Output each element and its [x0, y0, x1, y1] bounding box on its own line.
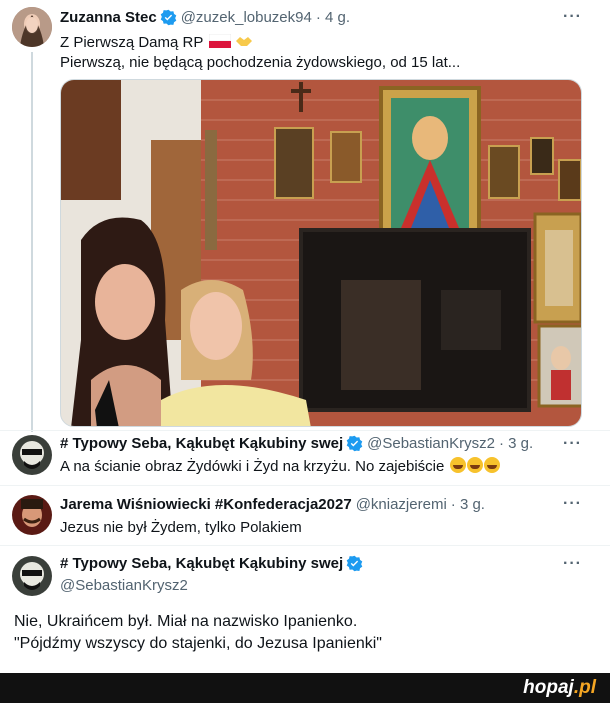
tweet-time[interactable]: · 4 g. [316, 9, 350, 26]
author-handle-row: @SebastianKrysz2 [60, 577, 188, 594]
avatar-zuzanna-image [12, 7, 52, 47]
handshake-icon [236, 37, 253, 46]
hopaj-logo[interactable]: hopaj.pl [523, 677, 596, 699]
more-options-icon[interactable]: ··· [563, 555, 582, 573]
watermark-bar: hopaj.pl [0, 673, 610, 703]
page: Zuzanna Stec @zuzek_lobuzek94 · 4 g. ···… [0, 0, 610, 703]
avatar-jarema[interactable] [12, 495, 52, 535]
tweet-text-line: A na ścianie obraz Żydówki i Żyd na krzy… [60, 457, 500, 477]
more-options-icon[interactable]: ··· [563, 435, 582, 453]
more-options-icon[interactable]: ··· [563, 495, 582, 513]
author-handle[interactable]: @kniazjeremi [356, 496, 447, 513]
avatar-seba[interactable] [12, 435, 52, 475]
avatar-zuzanna[interactable] [12, 7, 52, 47]
tweet-seba-main[interactable]: # Typowy Seba, Kąkubęt Kąkubiny swej @Se… [0, 545, 610, 673]
laughing-emoji-icon [483, 457, 500, 473]
author-name[interactable]: # Typowy Seba, Kąkubęt Kąkubiny swej [60, 555, 343, 572]
more-options-icon[interactable]: ··· [563, 8, 582, 26]
logo-main-text: hopaj [523, 677, 574, 698]
logo-suffix-text: .pl [573, 677, 596, 698]
avatar-seba-image [12, 435, 52, 475]
laughing-emoji-icon [449, 457, 466, 473]
laughing-emoji-icon [466, 457, 483, 473]
tweet-header: Jarema Wiśniowiecki #Konfederacja2027 @k… [60, 496, 485, 513]
author-name[interactable]: Jarema Wiśniowiecki #Konfederacja2027 [60, 496, 352, 513]
tweet-seba-reply[interactable]: # Typowy Seba, Kąkubęt Kąkubiny swej @Se… [0, 430, 610, 485]
tweet-text: Jezus nie był Żydem, tylko Polakiem [60, 519, 302, 536]
tweet-text-line2: "Pójdźmy wszyscy do stajenki, do Jezusa … [14, 635, 382, 652]
thread-line [31, 52, 33, 432]
photo-image [61, 80, 581, 426]
author-name[interactable]: Zuzanna Stec [60, 9, 157, 26]
verified-badge-icon [346, 435, 363, 452]
tweet-text-line1: Z Pierwszą Damą RP [60, 33, 253, 53]
tweet-time[interactable]: · 3 g. [451, 496, 485, 513]
author-handle[interactable]: @SebastianKrysz2 [60, 577, 188, 594]
author-handle[interactable]: @zuzek_lobuzek94 [181, 9, 312, 26]
tweet-jarema-reply[interactable]: Jarema Wiśniowiecki #Konfederacja2027 @k… [0, 485, 610, 545]
tweet-text-line2: Pierwszą, nie będącą pochodzenia żydowsk… [60, 54, 461, 71]
author-handle[interactable]: @SebastianKrysz2 [367, 435, 495, 452]
tweet-header: Zuzanna Stec @zuzek_lobuzek94 · 4 g. [60, 9, 350, 26]
avatar-jarema-image [12, 495, 52, 535]
tweet-zuzanna[interactable]: Zuzanna Stec @zuzek_lobuzek94 · 4 g. ···… [0, 0, 610, 432]
tweet-header: # Typowy Seba, Kąkubęt Kąkubiny swej [60, 555, 363, 572]
verified-badge-icon [346, 555, 363, 572]
tweet-text-line1: Nie, Ukraińcem był. Miał na nazwisko Ipa… [14, 613, 358, 630]
tweet-time[interactable]: · 3 g. [499, 435, 533, 452]
verified-badge-icon [160, 9, 176, 26]
tweet-header: # Typowy Seba, Kąkubęt Kąkubiny swej @Se… [60, 435, 533, 452]
tweet-text: A na ścianie obraz Żydówki i Żyd na krzy… [60, 458, 445, 475]
tweet-text: Z Pierwszą Damą RP [60, 34, 204, 51]
avatar-seba-image [12, 556, 52, 596]
author-name[interactable]: # Typowy Seba, Kąkubęt Kąkubiny swej [60, 435, 343, 452]
poland-flag-icon [209, 33, 232, 48]
tweet-photo[interactable] [60, 79, 582, 427]
avatar-seba[interactable] [12, 556, 52, 596]
